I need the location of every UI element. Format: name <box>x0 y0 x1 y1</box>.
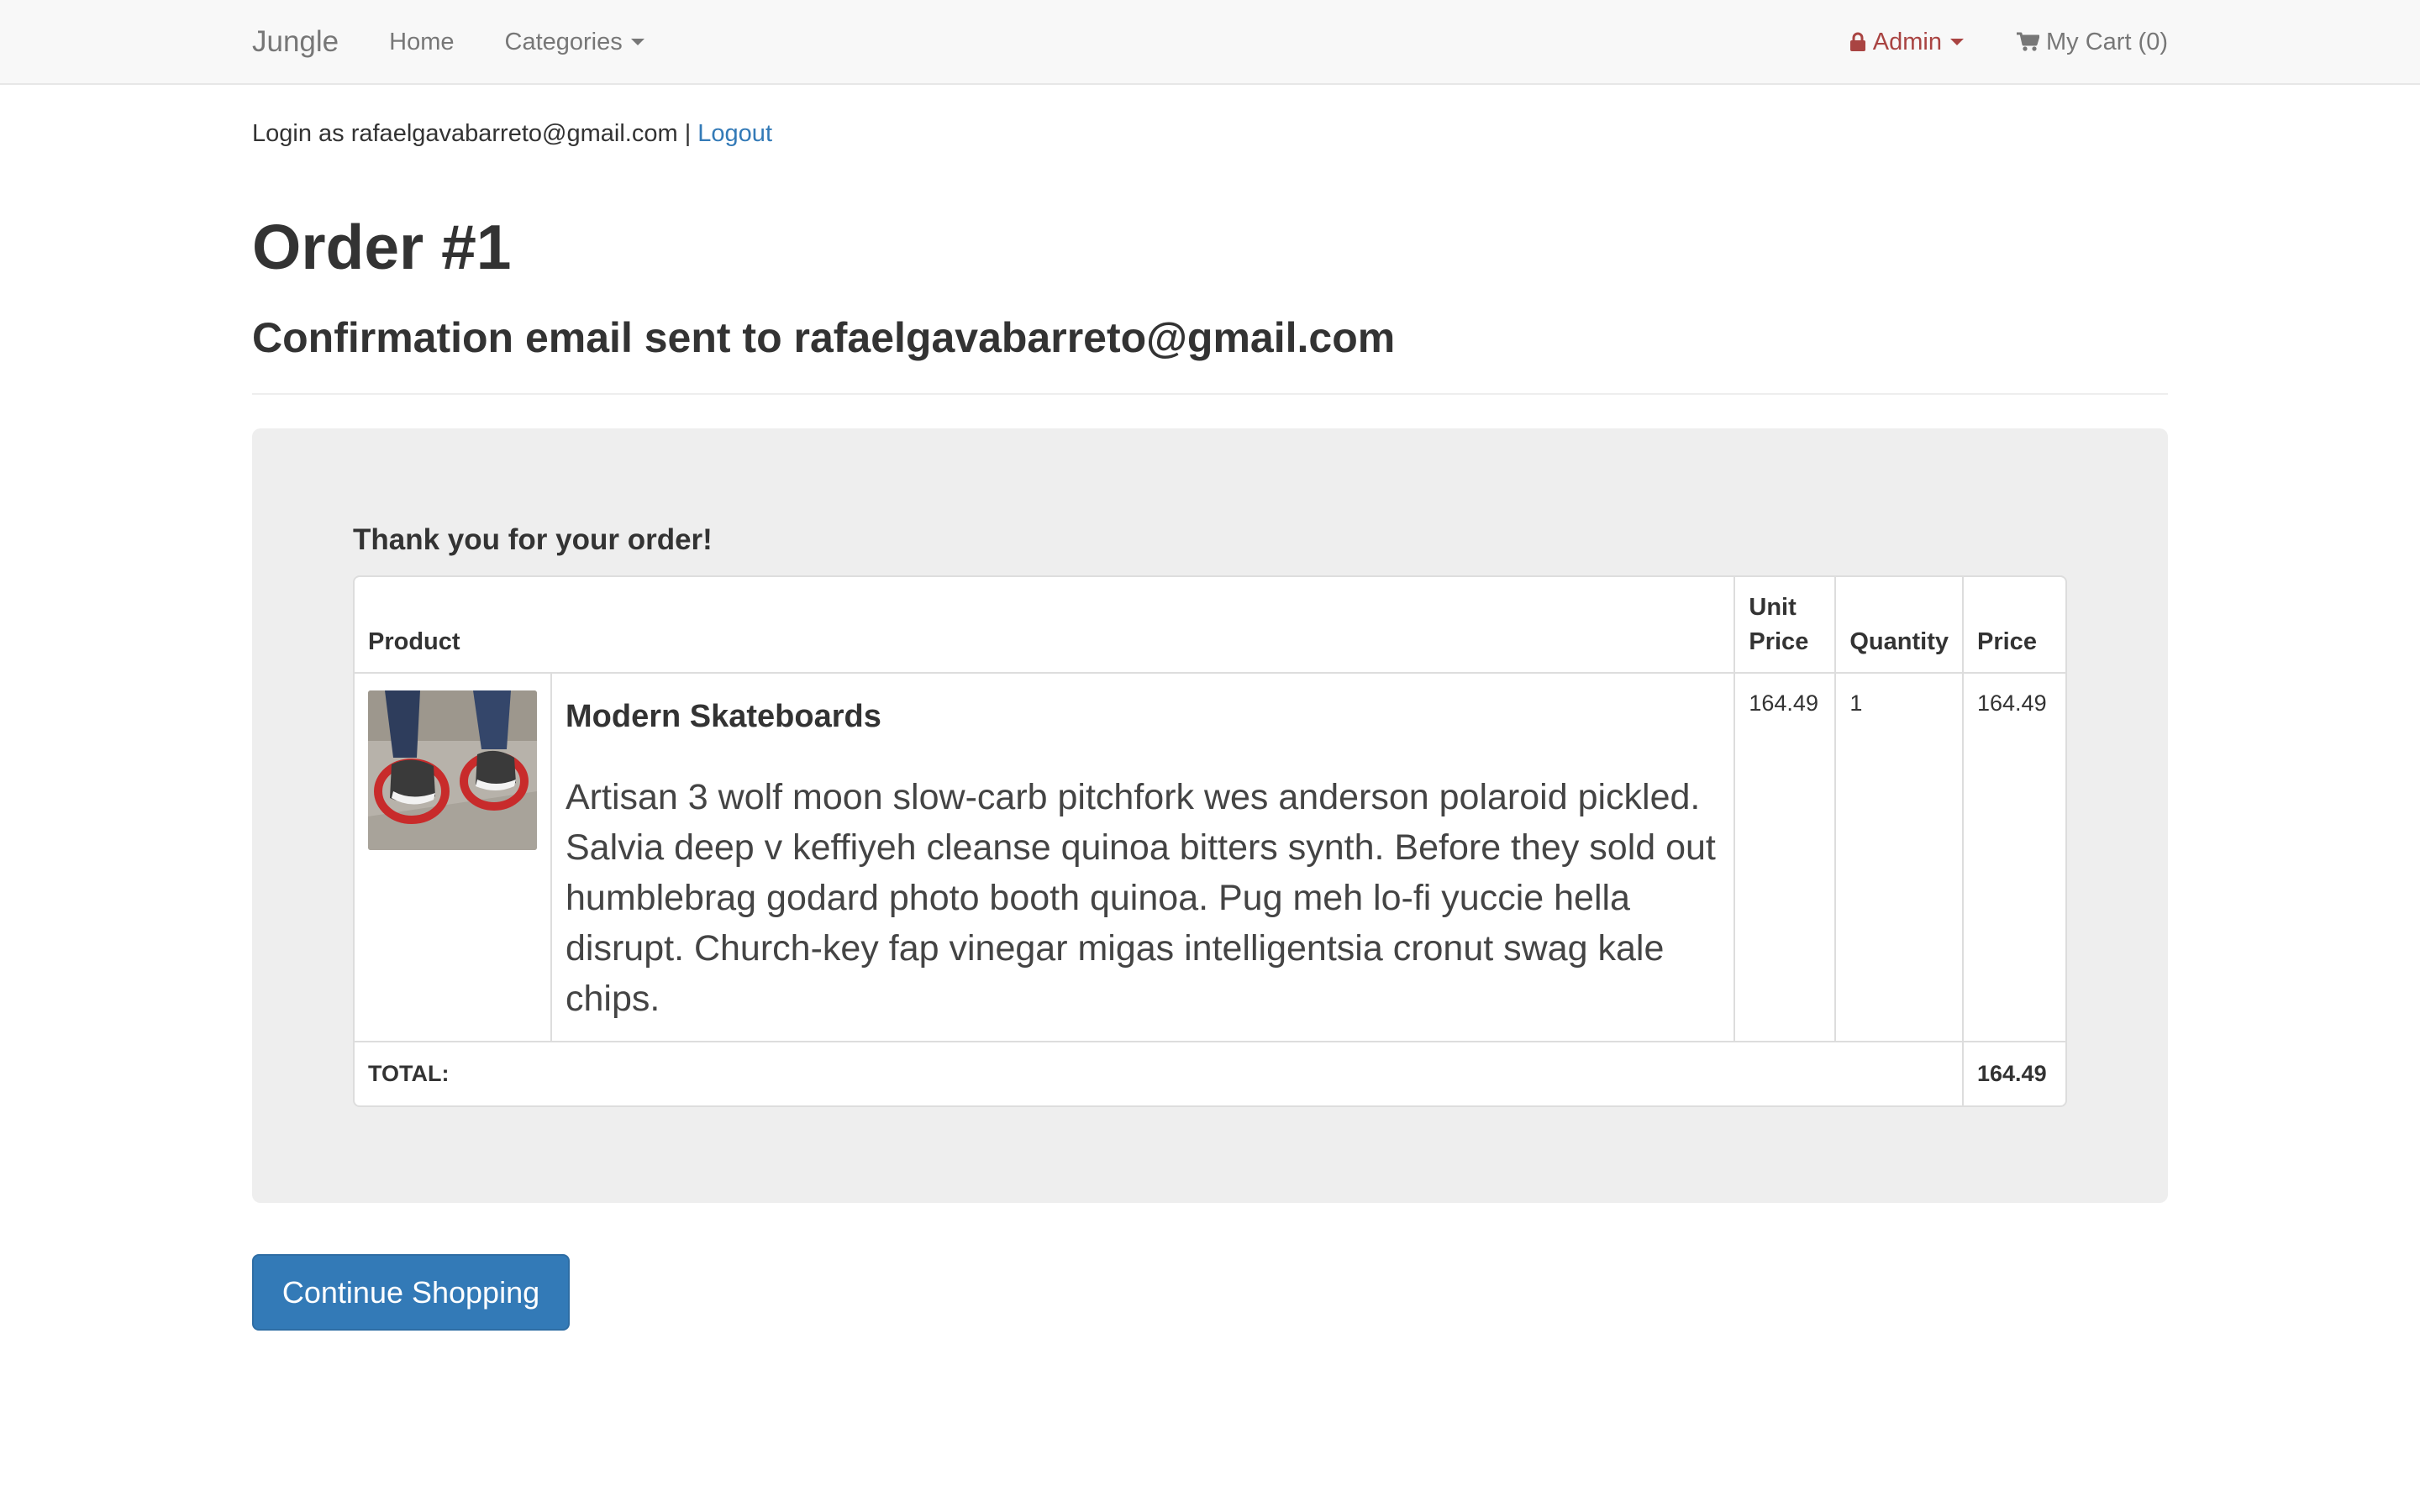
nav-categories-label: Categories <box>504 28 623 55</box>
continue-shopping-button[interactable]: Continue Shopping <box>252 1254 570 1331</box>
product-price: 164.49 <box>1964 674 2065 1043</box>
nav-categories-dropdown[interactable]: Categories <box>505 29 644 56</box>
nav-cart-label: My Cart (0) <box>2046 28 2168 55</box>
product-name: Modern Skateboards <box>566 699 881 735</box>
header-unit-price-line1: Unit <box>1749 594 1797 621</box>
header-product: Product <box>355 577 1736 675</box>
navbar-right: Admin My Cart (0) <box>1849 29 2168 56</box>
header-quantity: Quantity <box>1836 577 1964 675</box>
table-header-row: Product Unit Price Quantity Price <box>355 577 2065 675</box>
caret-down-icon <box>630 39 644 45</box>
total-label: TOTAL: <box>355 1042 1964 1106</box>
product-description: Artisan 3 wolf moon slow-carb pitchfork … <box>566 777 1716 1020</box>
total-row: TOTAL: 164.49 <box>355 1042 2065 1106</box>
logout-link[interactable]: Logout <box>697 120 772 147</box>
product-image <box>368 690 537 851</box>
header-divider <box>252 393 2168 395</box>
brand-link[interactable]: Jungle <box>252 25 339 59</box>
header-unit-price: Unit Price <box>1735 577 1837 675</box>
thank-you-heading: Thank you for your order! <box>353 523 713 556</box>
shopping-cart-icon <box>2016 32 2039 52</box>
navbar-inner: Jungle Home Categories Admin My Cart (0) <box>252 0 2168 84</box>
nav-home-link[interactable]: Home <box>389 29 454 56</box>
order-summary-panel: Thank you for your order! Product Unit P… <box>252 428 2168 1203</box>
table-row: Modern Skateboards Artisan 3 wolf moon s… <box>355 674 2065 1043</box>
total-value: 164.49 <box>1977 1061 2047 1087</box>
page-title: Order #1 <box>252 212 512 282</box>
lock-icon <box>1849 32 1866 52</box>
login-email: rafaelgavabarreto@gmail.com <box>350 120 678 147</box>
product-quantity: 1 <box>1836 674 1964 1043</box>
login-prefix: Login as <box>252 120 345 147</box>
product-details-cell: Modern Skateboards Artisan 3 wolf moon s… <box>552 674 1736 1043</box>
nav-cart-link[interactable]: My Cart (0) <box>2016 29 2168 56</box>
product-unit-price: 164.49 <box>1735 674 1837 1043</box>
nav-admin-dropdown[interactable]: Admin <box>1849 29 1964 56</box>
product-image-cell <box>355 674 552 1043</box>
navbar: Jungle Home Categories Admin My Cart (0) <box>0 0 2420 85</box>
login-status: Login as rafaelgavabarreto@gmail.com | L… <box>252 120 772 148</box>
confirmation-subtitle: Confirmation email sent to rafaelgavabar… <box>252 314 1396 361</box>
header-price: Price <box>1964 577 2065 675</box>
caret-down-icon <box>1950 39 1964 45</box>
login-separator: | <box>684 120 692 147</box>
header-unit-price-line2: Price <box>1749 627 1809 655</box>
order-items-table: Product Unit Price Quantity Price Modern… <box>353 575 2067 1108</box>
nav-admin-label: Admin <box>1872 28 1942 55</box>
